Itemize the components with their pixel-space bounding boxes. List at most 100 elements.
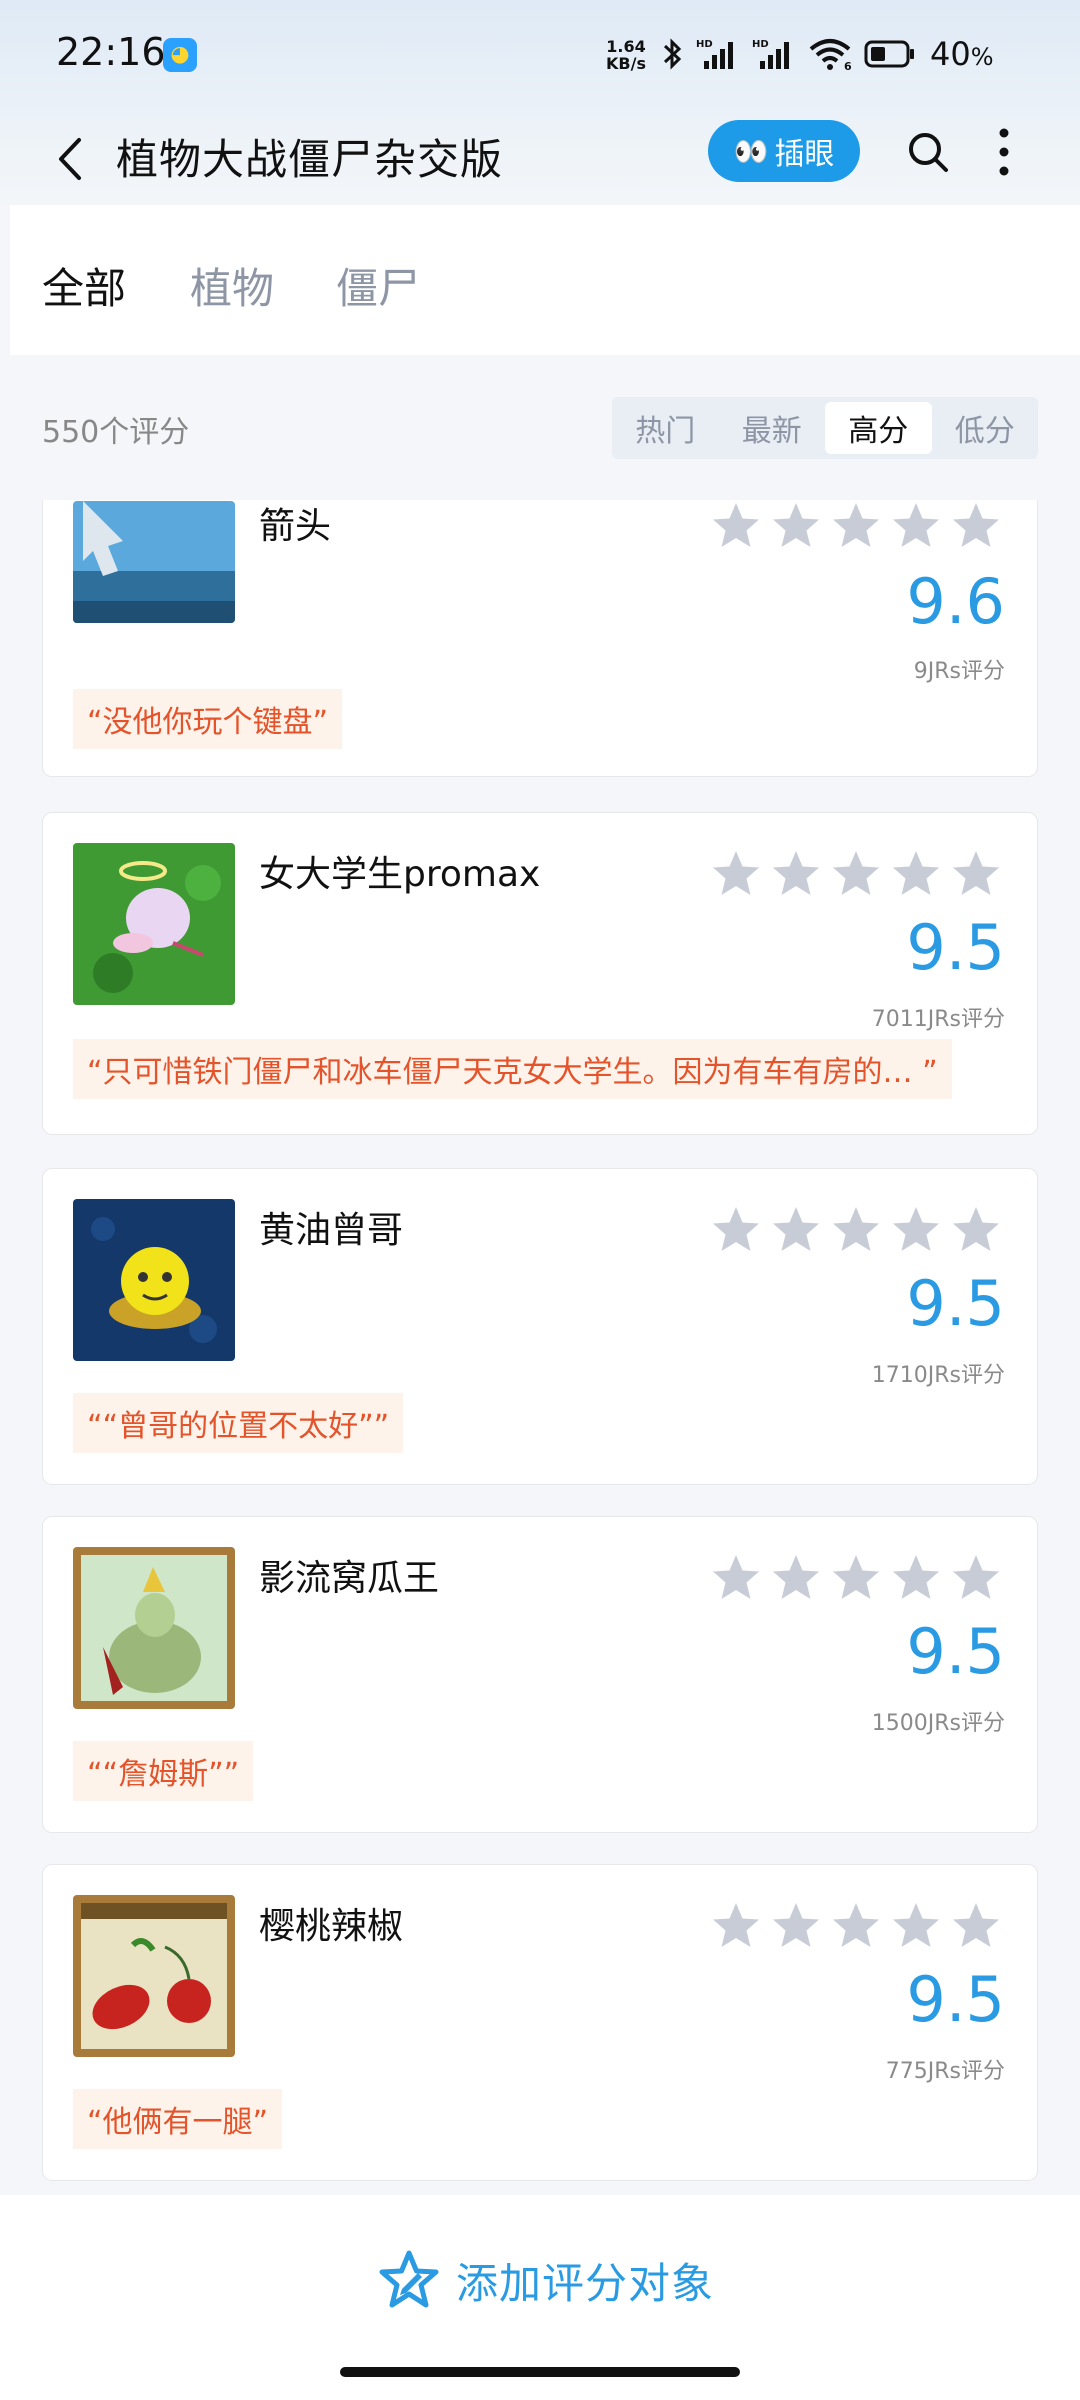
battery-icon <box>864 40 914 68</box>
tab-plants[interactable]: 植物 <box>190 255 274 316</box>
header: 22:16 ◕ 1.64 KB/s HD HD 6 40% 植物大战僵尸杂交版 … <box>0 0 1080 205</box>
net-speed-value: 1.64 <box>606 37 646 56</box>
battery-percent: 40% <box>930 35 994 73</box>
item-rating-count: 9JRs评分 <box>913 659 1005 684</box>
svg-text:6: 6 <box>844 60 852 71</box>
wifi-6-icon: 6 <box>809 39 852 71</box>
bottom-bar: 添加评分对象 <box>0 2195 1080 2400</box>
star-icon[interactable] <box>711 1205 761 1255</box>
star-icon[interactable] <box>831 849 881 899</box>
star-icon[interactable] <box>831 1205 881 1255</box>
status-time: 22:16 <box>56 30 166 74</box>
item-top-comment[interactable]: ““曾哥的位置不太好”” <box>73 1393 404 1453</box>
star-icon[interactable] <box>771 1205 821 1255</box>
search-button[interactable] <box>900 124 956 180</box>
star-icon[interactable] <box>951 1553 1001 1603</box>
item-name: 影流窝瓜王 <box>259 1558 440 1599</box>
item-thumbnail <box>73 843 235 1005</box>
star-icon[interactable] <box>771 849 821 899</box>
item-score: 9.5 <box>906 1267 1005 1340</box>
rating-list[interactable]: 箭头 9.6 9JRs评分 “没他你玩个键盘” 女大学生promax 9.5 7… <box>0 500 1080 2195</box>
item-thumbnail <box>73 1199 235 1361</box>
sort-low-score[interactable]: 低分 <box>932 397 1039 459</box>
star-rating[interactable] <box>711 1205 1001 1255</box>
sort-row: 550个评分 热门 最新 高分 低分 <box>0 355 1080 500</box>
rating-card[interactable]: 箭头 9.6 9JRs评分 “没他你玩个键盘” <box>42 500 1038 777</box>
star-icon[interactable] <box>951 1205 1001 1255</box>
tab-zombies[interactable]: 僵尸 <box>336 255 420 316</box>
star-icon[interactable] <box>831 1901 881 1951</box>
rating-count: 550个评分 <box>42 415 190 450</box>
sort-hot[interactable]: 热门 <box>612 397 719 459</box>
star-icon[interactable] <box>951 501 1001 551</box>
more-options-button[interactable] <box>984 120 1024 184</box>
item-score: 9.5 <box>906 911 1005 984</box>
star-icon[interactable] <box>711 1553 761 1603</box>
rating-card[interactable]: 影流窝瓜王 9.5 1500JRs评分 ““詹姆斯”” <box>42 1516 1038 1833</box>
net-speed: 1.64 KB/s <box>606 38 646 72</box>
peek-button-label: 插眼 <box>774 137 835 172</box>
net-speed-unit: KB/s <box>606 54 646 73</box>
star-rating[interactable] <box>711 1553 1001 1603</box>
search-icon <box>909 133 948 172</box>
star-icon[interactable] <box>711 849 761 899</box>
sort-high-score[interactable]: 高分 <box>825 402 932 454</box>
signal-hd-1-icon: HD <box>696 39 733 69</box>
svg-text:HD: HD <box>696 39 713 50</box>
star-icon[interactable] <box>951 1901 1001 1951</box>
item-thumbnail <box>73 501 235 623</box>
sort-segmented-control: 热门 最新 高分 低分 <box>612 397 1038 459</box>
star-icon[interactable] <box>891 1901 941 1951</box>
rating-card[interactable]: 女大学生promax 9.5 7011JRs评分 “只可惜铁门僵尸和冰车僵尸天克… <box>42 812 1038 1135</box>
star-icon[interactable] <box>891 849 941 899</box>
star-icon[interactable] <box>711 501 761 551</box>
item-top-comment[interactable]: “只可惜铁门僵尸和冰车僵尸天克女大学生。因为有车有房的… ” <box>73 1039 952 1099</box>
item-score: 9.6 <box>906 565 1005 638</box>
rating-card[interactable]: 黄油曾哥 9.5 1710JRs评分 ““曾哥的位置不太好”” <box>42 1168 1038 1485</box>
star-icon[interactable] <box>831 501 881 551</box>
item-score: 9.5 <box>906 1963 1005 2036</box>
star-icon[interactable] <box>771 1901 821 1951</box>
star-rating[interactable] <box>711 501 1001 551</box>
peek-button[interactable]: 👀 插眼 <box>708 120 860 182</box>
category-tabs: 全部 植物 僵尸 <box>10 205 1080 355</box>
item-score: 9.5 <box>906 1615 1005 1688</box>
add-rating-target-button[interactable]: 添加评分对象 <box>378 2245 714 2315</box>
item-name: 樱桃辣椒 <box>259 1906 404 1947</box>
rating-card[interactable]: 樱桃辣椒 9.5 775JRs评分 “他俩有一腿” <box>42 1864 1038 2181</box>
eyes-icon: 👀 <box>733 134 769 168</box>
svg-text:HD: HD <box>752 39 769 50</box>
home-indicator[interactable] <box>340 2367 740 2377</box>
star-icon[interactable] <box>771 1553 821 1603</box>
app-notification-icon: ◕ <box>163 38 197 72</box>
star-icon[interactable] <box>891 501 941 551</box>
star-icon[interactable] <box>891 1553 941 1603</box>
page-title: 植物大战僵尸杂交版 <box>116 135 504 184</box>
star-icon[interactable] <box>891 1205 941 1255</box>
star-rating[interactable] <box>711 849 1001 899</box>
item-rating-count: 775JRs评分 <box>885 2059 1005 2084</box>
signal-hd-2-icon: HD <box>752 39 789 69</box>
star-rating[interactable] <box>711 1901 1001 1951</box>
more-vertical-icon <box>999 128 1009 176</box>
item-thumbnail <box>73 1547 235 1709</box>
bluetooth-icon <box>663 38 682 70</box>
title-bar: 植物大战僵尸杂交版 👀 插眼 <box>0 110 1080 205</box>
tab-all[interactable]: 全部 <box>42 255 126 316</box>
item-name: 箭头 <box>259 506 332 547</box>
star-icon[interactable] <box>831 1553 881 1603</box>
item-top-comment[interactable]: ““詹姆斯”” <box>73 1741 254 1801</box>
sort-latest[interactable]: 最新 <box>719 397 826 459</box>
item-name: 女大学生promax <box>259 854 541 895</box>
item-top-comment[interactable]: “他俩有一腿” <box>73 2089 283 2149</box>
star-icon[interactable] <box>711 1901 761 1951</box>
star-icon[interactable] <box>951 849 1001 899</box>
item-thumbnail <box>73 1895 235 2057</box>
item-top-comment[interactable]: “没他你玩个键盘” <box>73 689 343 749</box>
star-icon[interactable] <box>771 501 821 551</box>
back-arrow-icon <box>59 138 81 180</box>
item-rating-count: 1710JRs评分 <box>871 1363 1005 1388</box>
add-rating-target-label: 添加评分对象 <box>456 2258 715 2308</box>
back-button[interactable] <box>40 124 100 194</box>
star-pen-icon <box>379 2250 439 2308</box>
